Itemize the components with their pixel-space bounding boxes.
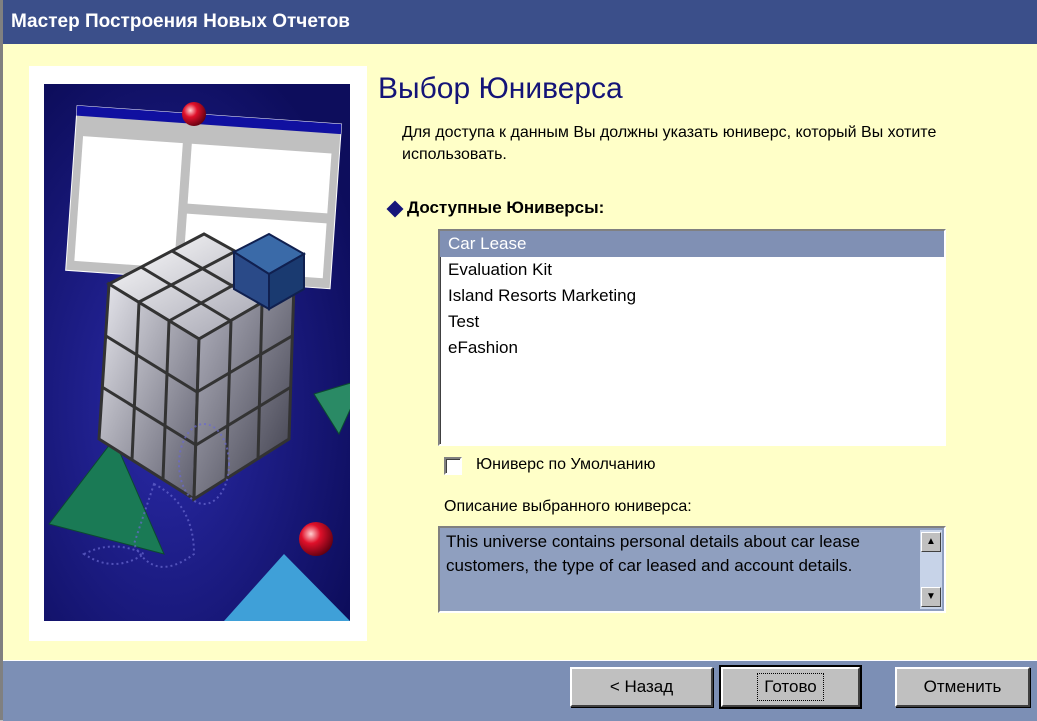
universe-item-island-resorts[interactable]: Island Resorts Marketing — [440, 283, 944, 309]
illustration-graphic — [44, 84, 350, 621]
description-scrollbar[interactable]: ▲ ▼ — [920, 530, 942, 609]
button-bar — [3, 660, 1037, 721]
default-universe-label[interactable]: Юниверс по Умолчанию — [476, 456, 656, 474]
description-box[interactable]: This universe contains personal details … — [438, 526, 946, 613]
window-title: Мастер Построения Новых Отчетов — [3, 0, 1037, 44]
back-button[interactable]: < Назад — [570, 667, 713, 707]
diamond-bullet-icon — [386, 200, 404, 218]
universe-item-efashion[interactable]: eFashion — [440, 335, 944, 361]
description-label: Описание выбранного юниверса: — [444, 498, 692, 515]
finish-button-label: Готово — [757, 673, 824, 701]
cancel-button[interactable]: Отменить — [895, 667, 1030, 707]
page-heading: Выбор Юниверса — [378, 72, 623, 105]
finish-button[interactable]: Готово — [719, 665, 862, 709]
default-universe-checkbox[interactable] — [444, 457, 462, 475]
scroll-down-icon[interactable]: ▼ — [921, 587, 941, 607]
universe-item-test[interactable]: Test — [440, 309, 944, 335]
intro-text: Для доступа к данным Вы должны указать ю… — [402, 124, 937, 163]
scroll-up-icon[interactable]: ▲ — [921, 532, 941, 552]
universe-listbox[interactable]: Car Lease Evaluation Kit Island Resorts … — [438, 229, 946, 446]
universes-label: Доступные Юниверсы: — [407, 198, 605, 217]
universe-item-evaluation-kit[interactable]: Evaluation Kit — [440, 257, 944, 283]
universe-item-car-lease[interactable]: Car Lease — [440, 231, 944, 257]
wizard-illustration — [29, 66, 367, 641]
wizard-window: Мастер Построения Новых Отчетов Выбор Юн… — [0, 0, 1037, 721]
description-text: This universe contains personal details … — [446, 532, 860, 575]
